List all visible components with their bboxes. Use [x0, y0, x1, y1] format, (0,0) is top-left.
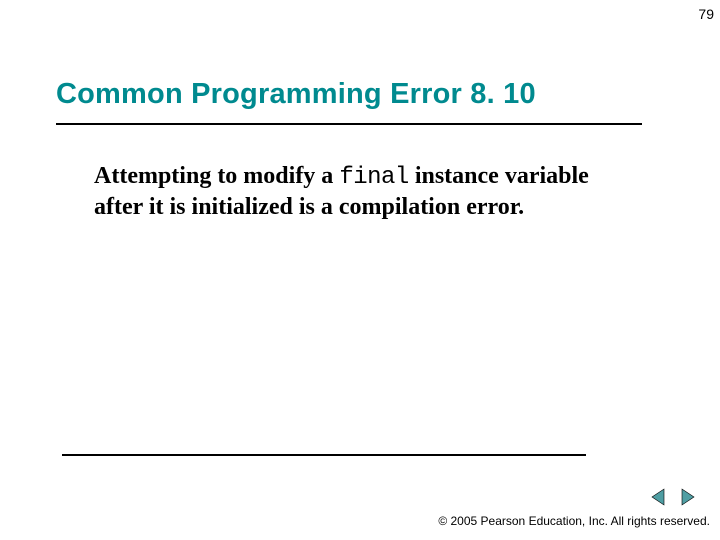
- copyright-text: © 2005 Pearson Education, Inc. All right…: [438, 514, 710, 528]
- bottom-rule: [62, 454, 586, 456]
- slide-nav: [648, 486, 698, 508]
- triangle-right-icon: [678, 488, 696, 506]
- triangle-left-icon: [650, 488, 668, 506]
- next-slide-button[interactable]: [676, 486, 698, 508]
- title-underline: [56, 123, 642, 125]
- body-text: Attempting to modify a final instance va…: [94, 162, 604, 222]
- body-code: final: [339, 164, 409, 191]
- prev-slide-button[interactable]: [648, 486, 670, 508]
- body-pre: Attempting to modify a: [94, 163, 339, 189]
- slide-title: Common Programming Error 8. 10: [56, 78, 536, 111]
- page-number: 79: [698, 6, 714, 22]
